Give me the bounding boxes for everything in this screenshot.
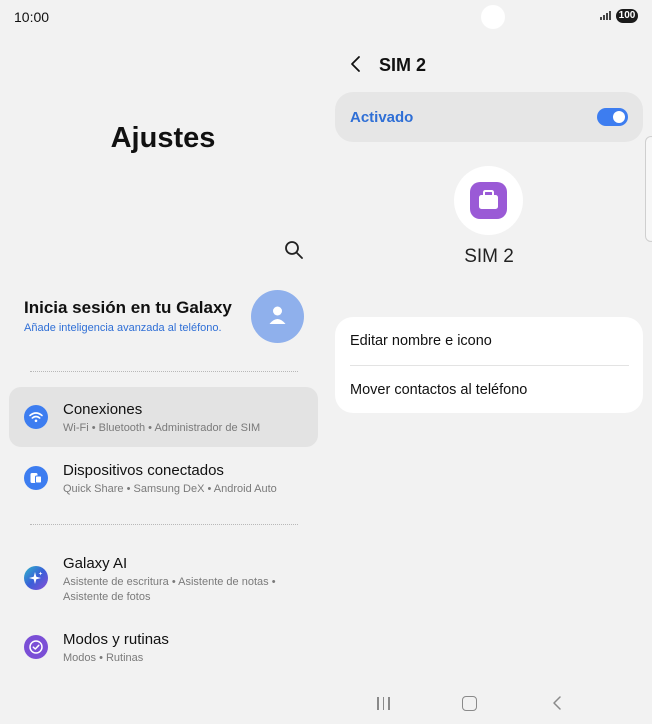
battery-indicator: 100 <box>616 9 638 23</box>
account-signin-subtitle: Añade inteligencia avanzada al teléfono. <box>24 322 222 334</box>
edit-name-icon-option[interactable]: Editar nombre e icono <box>350 333 492 349</box>
menu-item-galaxy-ai[interactable]: Galaxy AI Asistente de escritura • Asist… <box>9 541 318 611</box>
menu-item-conexiones[interactable]: Conexiones Wi-Fi • Bluetooth • Administr… <box>9 387 318 447</box>
sim-page-title: SIM 2 <box>379 55 427 75</box>
user-icon <box>269 306 286 324</box>
camera-cutout <box>481 5 505 29</box>
signal-icon <box>600 11 611 20</box>
page-title: Ajustes <box>110 122 216 154</box>
back-arrow-icon[interactable] <box>348 54 364 74</box>
sim-activated-row[interactable]: Activado <box>335 92 643 142</box>
menu-item-subtitle: Quick Share • Samsung DeX • Android Auto <box>63 483 277 495</box>
edge-panel-handle[interactable] <box>645 136 652 242</box>
toggle-knob <box>613 111 625 123</box>
status-time: 10:00 <box>14 9 50 25</box>
account-signin-title[interactable]: Inicia sesión en tu Galaxy <box>24 298 232 318</box>
menu-item-label: Galaxy AI <box>63 555 128 572</box>
option-divider <box>350 365 629 366</box>
menu-item-subtitle: Modos • Rutinas <box>63 652 144 664</box>
menu-item-subtitle: Wi-Fi • Bluetooth • Administrador de SIM <box>63 422 261 434</box>
nav-back-icon[interactable] <box>551 695 563 711</box>
recent-apps-icon[interactable] <box>377 697 390 710</box>
briefcase-icon <box>470 182 507 219</box>
section-divider <box>30 371 298 372</box>
menu-item-label: Modos y rutinas <box>63 631 169 648</box>
menu-item-modos-rutinas[interactable]: Modos y rutinas Modos • Rutinas <box>9 617 318 677</box>
menu-item-label: Dispositivos conectados <box>63 462 224 479</box>
section-divider <box>30 524 298 525</box>
sim-enabled-toggle[interactable] <box>597 108 628 126</box>
menu-item-dispositivos-conectados[interactable]: Dispositivos conectados Quick Share • Sa… <box>9 448 318 508</box>
wifi-icon <box>24 405 48 429</box>
connected-devices-icon <box>24 466 48 490</box>
sim-icon-avatar[interactable] <box>454 166 523 235</box>
move-contacts-option[interactable]: Mover contactos al teléfono <box>350 382 527 398</box>
menu-item-subtitle: Asistente de escritura • Asistente de no… <box>63 576 276 603</box>
sim-options-card: Editar nombre e icono Mover contactos al… <box>335 317 643 413</box>
home-icon[interactable] <box>462 696 477 711</box>
sim-name: SIM 2 <box>464 246 514 267</box>
menu-item-label: Conexiones <box>63 401 143 418</box>
avatar[interactable] <box>251 290 304 343</box>
galaxy-ai-icon <box>24 566 48 590</box>
activated-label: Activado <box>350 109 414 126</box>
search-icon[interactable] <box>284 240 304 260</box>
modes-routines-icon <box>24 635 48 659</box>
